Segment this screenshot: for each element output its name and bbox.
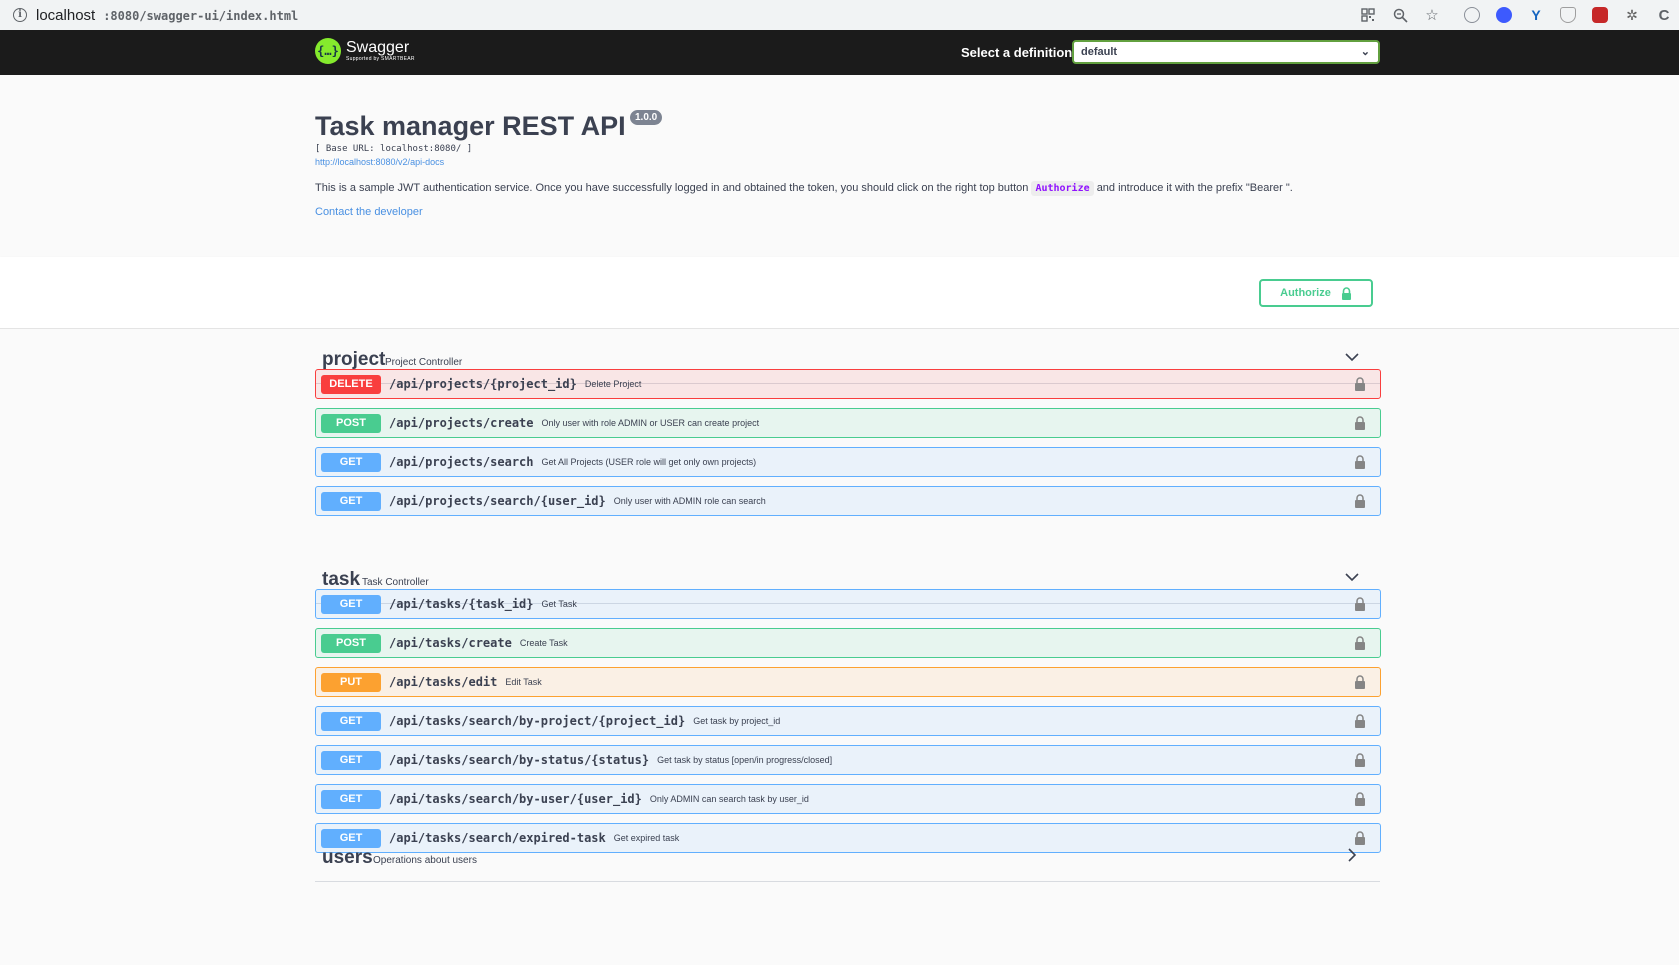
operation-path: /api/tasks/search/by-status/{status} [389, 753, 650, 767]
lock-icon[interactable] [1354, 714, 1366, 728]
logo-title: Swagger [346, 38, 410, 56]
lock-icon[interactable] [1354, 597, 1366, 611]
qr-code-icon[interactable] [1357, 4, 1379, 26]
operation-path: /api/tasks/search/by-user/{user_id} [389, 792, 642, 806]
lock-icon[interactable] [1354, 675, 1366, 689]
api-docs-link[interactable]: http://localhost:8080/v2/api-docs [315, 157, 444, 167]
page-title: Task manager REST API [315, 111, 626, 141]
method-badge: GET [321, 750, 381, 770]
operation-summary: Get task by status [open/in progress/clo… [657, 755, 833, 765]
operation-path: /api/projects/search [389, 455, 534, 469]
operation-summary: Create Task [519, 638, 568, 648]
method-badge: GET [321, 594, 381, 614]
method-badge: POST [321, 633, 381, 653]
extension-6-icon[interactable]: ✲ [1621, 4, 1643, 26]
operation-summary: Only user with ADMIN role can search [613, 496, 766, 506]
operation-summary: Only ADMIN can search task by user_id [649, 794, 809, 804]
operation-summary: Only user with role ADMIN or USER can cr… [541, 418, 760, 428]
tag-name: project [322, 349, 386, 370]
operation-path: /api/tasks/search/by-project/{project_id… [389, 714, 686, 728]
operation-summary: Delete Project [584, 379, 642, 389]
logo-subtitle: Supported by SMARTBEAR [346, 55, 415, 62]
operation-summary: Get Task [541, 599, 577, 609]
authorize-button[interactable]: Authorize [1259, 279, 1373, 307]
url-field[interactable]: localhost:8080/swagger-ui/index.html [36, 7, 298, 24]
lock-icon[interactable] [1354, 377, 1366, 391]
bookmark-star-icon[interactable]: ☆ [1421, 4, 1443, 26]
operation-row[interactable]: POST/api/tasks/create Create Task [315, 628, 1381, 658]
operation-summary: Get task by project_id [693, 716, 781, 726]
method-badge: GET [321, 711, 381, 731]
operation-path: /api/projects/create [389, 416, 534, 430]
method-badge: GET [321, 789, 381, 809]
zoom-icon[interactable] [1389, 4, 1411, 26]
lock-icon [1341, 286, 1351, 300]
method-badge: PUT [321, 672, 381, 692]
browser-address-bar: i localhost:8080/swagger-ui/index.html ☆… [0, 0, 1679, 30]
tag-header-users[interactable]: users Operations about users [315, 837, 1380, 882]
chevron-down-icon[interactable] [1344, 349, 1360, 365]
extension-7-icon[interactable]: C [1653, 4, 1675, 26]
chevron-down-icon: ⌄ [1360, 46, 1370, 58]
definition-label: Select a definition [961, 45, 1073, 60]
operation-path: /api/projects/{project_id} [389, 377, 577, 391]
contact-developer-link[interactable]: Contact the developer [315, 206, 423, 218]
extension-2-icon[interactable] [1493, 4, 1515, 26]
swagger-logo-icon: {…} [315, 38, 341, 64]
operation-row[interactable]: GET/api/projects/search Get All Projects … [315, 447, 1381, 477]
operation-path: /api/projects/search/{user_id} [389, 494, 606, 508]
operation-row[interactable]: GET/api/tasks/search/by-user/{user_id} On… [315, 784, 1381, 814]
operation-row[interactable]: POST/api/projects/create Only user with r… [315, 408, 1381, 438]
site-info-icon[interactable]: i [13, 8, 27, 22]
swagger-topbar: {…} Swagger Supported by SMARTBEAR Selec… [0, 30, 1679, 75]
lock-icon[interactable] [1354, 792, 1366, 806]
definition-value: default [1081, 46, 1118, 58]
operation-row[interactable]: GET/api/tasks/{task_id} Get Task [315, 589, 1381, 619]
tag-name: users [322, 847, 373, 868]
lock-icon[interactable] [1354, 494, 1366, 508]
extension-5-icon[interactable] [1589, 4, 1611, 26]
authorize-wrapper: Authorize [0, 257, 1679, 329]
chevron-right-icon[interactable] [1344, 847, 1360, 863]
api-description: This is a sample JWT authentication serv… [315, 181, 1293, 196]
extension-4-icon[interactable] [1557, 4, 1579, 26]
authorize-code: Authorize [1031, 181, 1094, 196]
method-badge: DELETE [321, 374, 381, 394]
lock-icon[interactable] [1354, 455, 1366, 469]
tag-description: Task Controller [362, 577, 429, 588]
operation-path: /api/tasks/{task_id} [389, 597, 534, 611]
base-url: [ Base URL: localhost:8080/ ] [315, 144, 473, 154]
method-badge: GET [321, 491, 381, 511]
operation-row[interactable]: GET/api/projects/search/{user_id} Only us… [315, 486, 1381, 516]
operation-row[interactable]: DELETE/api/projects/{project_id} Delete P… [315, 369, 1381, 399]
operation-path: /api/tasks/create [389, 636, 512, 650]
tag-description: Project Controller [385, 357, 463, 368]
swagger-logo[interactable]: {…} Swagger Supported by SMARTBEAR [315, 38, 415, 64]
operation-path: /api/tasks/edit [389, 675, 498, 689]
method-badge: POST [321, 413, 381, 433]
version-badge: 1.0.0 [630, 110, 663, 125]
operation-summary: Get All Projects (USER role will get onl… [541, 457, 757, 467]
api-info: Task manager REST API 1.0.0 [ Base URL: … [0, 75, 1679, 257]
lock-icon[interactable] [1354, 753, 1366, 767]
chevron-down-icon[interactable] [1344, 569, 1360, 585]
operation-row[interactable]: PUT/api/tasks/edit Edit Task [315, 667, 1381, 697]
operation-row[interactable]: GET/api/tasks/search/by-status/{status} G… [315, 745, 1381, 775]
operations-list: project Project Controller DELETE/api/proj… [0, 329, 1679, 965]
operation-summary: Edit Task [505, 677, 542, 687]
lock-icon[interactable] [1354, 416, 1366, 430]
tag-description: Operations about users [373, 855, 477, 866]
tag-name: task [322, 569, 361, 590]
lock-icon[interactable] [1354, 636, 1366, 650]
operation-row[interactable]: GET/api/tasks/search/by-project/{project… [315, 706, 1381, 736]
browser-toolbar-icons: ☆ Y ✲ C [1357, 0, 1679, 30]
definition-select[interactable]: default ⌄ [1072, 40, 1380, 64]
method-badge: GET [321, 452, 381, 472]
extension-3-icon[interactable]: Y [1525, 4, 1547, 26]
extension-1-icon[interactable] [1461, 4, 1483, 26]
